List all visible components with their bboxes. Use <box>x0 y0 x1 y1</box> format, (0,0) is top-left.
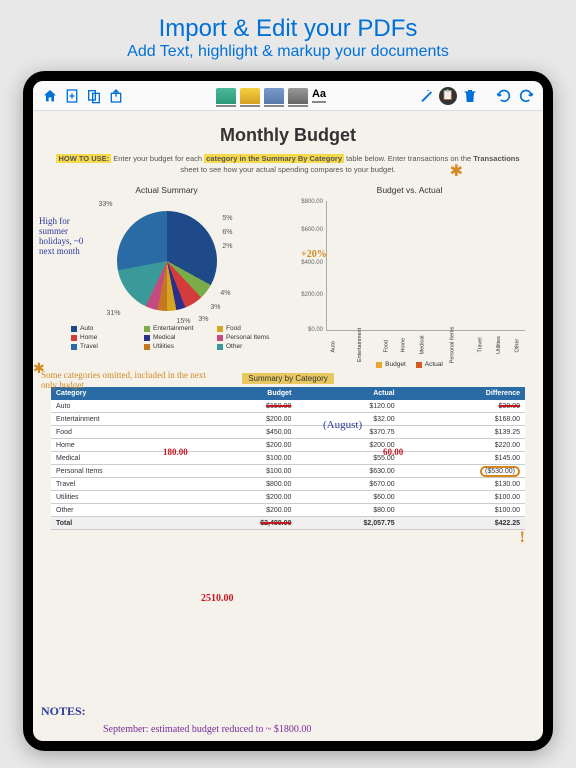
pie-label: 3% <box>198 316 208 323</box>
pie-chart: Actual Summary 33% 31% 15% 4% 3% 3% 2% 5… <box>51 185 282 368</box>
note-september: September: estimated budget reduced to ~… <box>103 724 311 735</box>
table-row: Auto$150.00$120.00$30.00 <box>51 400 525 413</box>
clipboard-icon[interactable]: 📋 <box>439 87 457 105</box>
undo-icon[interactable] <box>495 87 513 105</box>
bar-chart: Budget vs. Actual $0.00 $200.00 $400.00 … <box>294 185 525 368</box>
doc-title: Monthly Budget <box>51 125 525 146</box>
copy-icon[interactable] <box>85 87 103 105</box>
table-row: Home$200.00$200.00$220.00 <box>51 439 525 452</box>
toolbar: Aa 📋 <box>33 81 543 111</box>
pen-tool-yellow[interactable] <box>240 88 260 104</box>
table-row: Utilities$200.00$60.00$100.00 <box>51 491 525 504</box>
table-row: Medical$100.00$55.00$145.00 <box>51 452 525 465</box>
pie-label: 2% <box>222 243 232 250</box>
table-row: Food$450.00$370.75$139.25 <box>51 426 525 439</box>
document-canvas[interactable]: Monthly Budget HOW TO USE: Enter your bu… <box>33 111 543 741</box>
pie-label: 5% <box>222 215 232 222</box>
notes-label: NOTES: <box>41 704 86 719</box>
pie-label: 6% <box>222 229 232 236</box>
pen-tool-green[interactable] <box>216 88 236 104</box>
app-screen: Aa 📋 Monthly Budget HOW TO USE: Enter yo… <box>33 81 543 741</box>
pen-tool-blue[interactable] <box>264 88 284 104</box>
wand-icon[interactable] <box>417 87 435 105</box>
summary-header: Summary by Category <box>51 374 525 383</box>
pie-label: 31% <box>107 310 121 317</box>
pie-legend: Auto Entertainment Food Home Medical Per… <box>51 325 282 350</box>
pie-title: Actual Summary <box>51 185 282 195</box>
promo-title: Import & Edit your PDFs <box>0 15 576 43</box>
table-row: Entertainment$200.00$32.00$168.00 <box>51 413 525 426</box>
promo-subtitle: Add Text, highlight & markup your docume… <box>0 43 576 61</box>
bar-legend: Budget Actual <box>294 361 525 368</box>
table-header-row: CategoryBudgetActualDifference <box>51 387 525 400</box>
trash-icon[interactable] <box>461 87 479 105</box>
home-icon[interactable] <box>41 87 59 105</box>
redo-icon[interactable] <box>517 87 535 105</box>
summary-table: CategoryBudgetActualDifference Auto$150.… <box>51 387 525 530</box>
table-total-row: Total$2,480.00$2,057.75$422.25 <box>51 517 525 530</box>
table-row: Personal Items$100.00$630.00($530.00) <box>51 465 525 478</box>
note-2510: 2510.00 <box>201 593 234 604</box>
pie-label: 15% <box>176 318 190 325</box>
eraser-tool[interactable] <box>288 88 308 104</box>
share-icon[interactable] <box>107 87 125 105</box>
howto-text: HOW TO USE: Enter your budget for each c… <box>51 154 525 175</box>
text-tool[interactable]: Aa <box>312 88 326 103</box>
pie-label: 4% <box>220 290 230 297</box>
bar-title: Budget vs. Actual <box>294 185 525 195</box>
table-row: Other$200.00$80.00$100.00 <box>51 504 525 517</box>
note-excl: ! <box>520 529 525 547</box>
table-row: Travel$800.00$670.00$130.00 <box>51 478 525 491</box>
ipad-frame: Aa 📋 Monthly Budget HOW TO USE: Enter yo… <box>23 71 553 751</box>
pie-label: 3% <box>210 304 220 311</box>
pie-label: 33% <box>99 201 113 208</box>
new-doc-icon[interactable] <box>63 87 81 105</box>
